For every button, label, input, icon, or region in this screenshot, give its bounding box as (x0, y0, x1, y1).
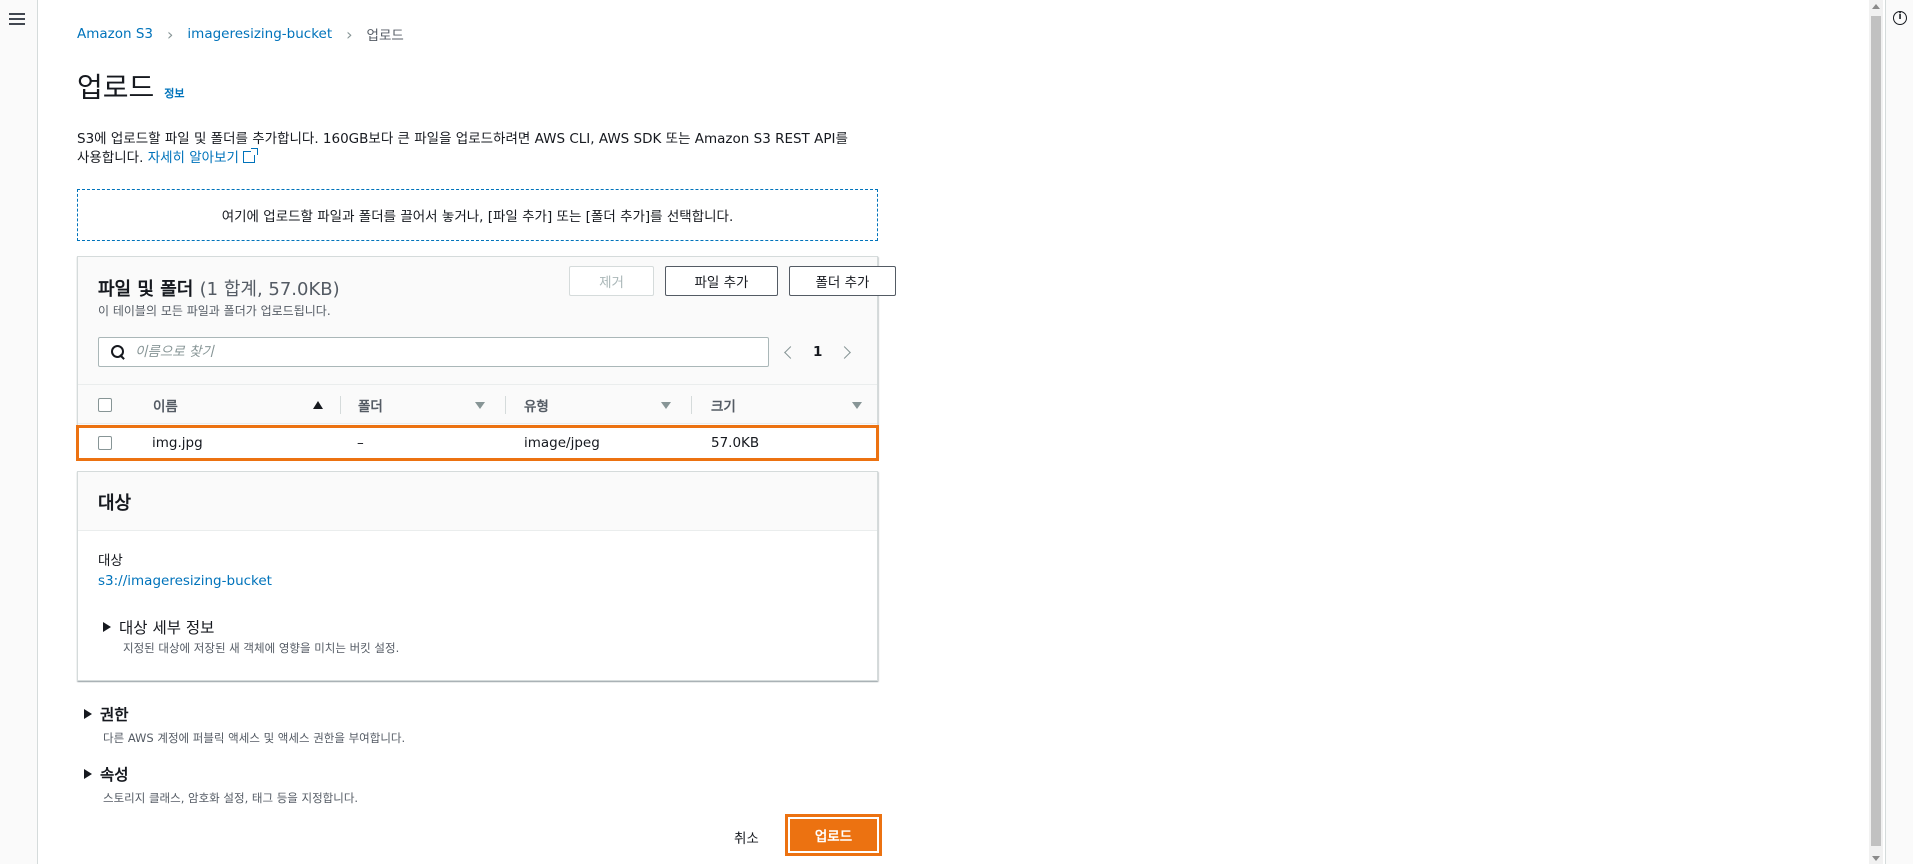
add-folder-button[interactable]: 폴더 추가 (789, 266, 896, 296)
search-box (98, 337, 769, 367)
info-icon[interactable]: i (1893, 11, 1907, 25)
cell-size: 57.0KB (711, 435, 760, 451)
files-subtitle: 이 테이블의 모든 파일과 폴더가 업로드됩니다. (98, 304, 331, 318)
column-name[interactable]: 이름 (153, 385, 323, 425)
scroll-thumb[interactable] (1871, 16, 1881, 846)
cell-type: image/jpeg (524, 435, 600, 451)
search-icon (111, 345, 125, 359)
right-tools-rail: i (1885, 0, 1913, 864)
upload-button[interactable]: 업로드 (785, 814, 882, 856)
column-folder-label: 폴더 (358, 399, 383, 415)
cell-folder: – (357, 435, 364, 451)
files-count: (1 합계, 57.0KB) (199, 279, 340, 300)
table-row[interactable]: img.jpg – image/jpeg 57.0KB (76, 425, 879, 461)
page-title: 업로드 (77, 71, 155, 104)
destination-details-desc: 지정된 대상에 저장된 새 객체에 영향을 미치는 버킷 설정. (123, 641, 400, 655)
permissions-title: 권한 (100, 706, 129, 724)
row-checkbox-cell (98, 426, 112, 460)
destination-header: 대상 (78, 472, 877, 531)
scroll-up-arrow-icon[interactable] (1872, 4, 1880, 9)
column-size-label: 크기 (711, 399, 736, 415)
cancel-button[interactable]: 취소 (734, 827, 759, 847)
permissions-toggle[interactable]: 권한 (84, 703, 129, 725)
breadcrumb-bucket[interactable]: imageresizing-bucket (187, 26, 332, 42)
files-panel-title: 파일 및 폴더 (1 합계, 57.0KB) (98, 275, 340, 301)
cell-name: img.jpg (152, 435, 203, 451)
chevron-right-icon: › (167, 24, 174, 44)
scrollbar[interactable] (1869, 0, 1883, 864)
select-all-checkbox-cell (98, 385, 112, 425)
files-title: 파일 및 폴더 (98, 279, 194, 300)
destination-panel: 대상 대상 s3://imageresizing-bucket 대상 세부 정보… (77, 471, 878, 681)
caret-right-icon (84, 769, 92, 779)
select-all-checkbox[interactable] (98, 398, 112, 412)
chevron-right-icon: › (346, 24, 353, 44)
column-type[interactable]: 유형 (505, 385, 671, 425)
column-folder[interactable]: 폴더 (340, 385, 485, 425)
properties-title: 속성 (100, 766, 129, 784)
remove-button[interactable]: 제거 (569, 266, 654, 296)
page-number[interactable]: 1 (813, 344, 822, 360)
chevron-left-icon[interactable] (784, 345, 797, 359)
learn-more-label: 자세히 알아보기 (147, 150, 239, 166)
dropzone-text: 여기에 업로드할 파일과 폴더를 끌어서 놓거나, [파일 추가] 또는 [폴더… (221, 209, 734, 225)
add-files-button[interactable]: 파일 추가 (665, 266, 778, 296)
page-description: S3에 업로드할 파일 및 폴더를 추가합니다. 160GB보다 큰 파일을 업… (77, 130, 877, 168)
destination-link[interactable]: s3://imageresizing-bucket (98, 573, 272, 589)
external-link-icon (242, 148, 258, 163)
permissions-desc: 다른 AWS 계정에 퍼블릭 액세스 및 액세스 권한을 부여합니다. (103, 731, 406, 745)
caret-right-icon (103, 622, 111, 632)
file-dropzone[interactable]: 여기에 업로드할 파일과 폴더를 끌어서 놓거나, [파일 추가] 또는 [폴더… (77, 189, 878, 241)
sort-icon[interactable] (475, 401, 485, 409)
row-checkbox[interactable] (98, 436, 112, 450)
scroll-down-arrow-icon[interactable] (1872, 856, 1880, 861)
properties-desc: 스토리지 클래스, 암호화 설정, 태그 등을 지정합니다. (103, 791, 359, 805)
table-header: 이름 폴더 유형 크기 (78, 384, 877, 424)
left-nav-rail (0, 0, 38, 864)
column-type-label: 유형 (524, 399, 549, 415)
properties-toggle[interactable]: 속성 (84, 763, 129, 785)
page-header: 업로드 정보 (77, 66, 185, 106)
description-text: S3에 업로드할 파일 및 폴더를 추가합니다. 160GB보다 큰 파일을 업… (77, 131, 848, 147)
search-input[interactable] (135, 344, 735, 360)
files-table: 이름 폴더 유형 크기 img.jpg – image/jpeg 57.0KB (76, 384, 879, 461)
files-and-folders-panel: 파일 및 폴더 (1 합계, 57.0KB) 이 테이블의 모든 파일과 폴더가… (76, 256, 896, 461)
destination-title: 대상 (98, 493, 132, 514)
breadcrumb-amazon-s3[interactable]: Amazon S3 (77, 26, 153, 42)
learn-more-link[interactable]: 자세히 알아보기 (147, 148, 258, 166)
destination-details-title: 대상 세부 정보 (119, 619, 215, 637)
menu-icon[interactable] (9, 12, 25, 26)
column-name-label: 이름 (153, 399, 178, 415)
breadcrumb: Amazon S3 › imageresizing-bucket › 업로드 (77, 24, 404, 45)
column-size[interactable]: 크기 (691, 385, 862, 425)
description-text-2: 사용합니다. (77, 150, 148, 166)
destination-label: 대상 (98, 553, 123, 569)
sort-icon[interactable] (852, 401, 862, 409)
caret-right-icon (84, 709, 92, 719)
chevron-right-icon[interactable] (838, 345, 852, 359)
breadcrumb-current: 업로드 (366, 28, 404, 44)
pagination: 1 (784, 337, 852, 367)
sort-icon[interactable] (661, 401, 671, 409)
sort-ascending-icon[interactable] (313, 401, 323, 409)
destination-details-toggle[interactable]: 대상 세부 정보 (103, 616, 214, 638)
info-link[interactable]: 정보 (164, 85, 184, 101)
